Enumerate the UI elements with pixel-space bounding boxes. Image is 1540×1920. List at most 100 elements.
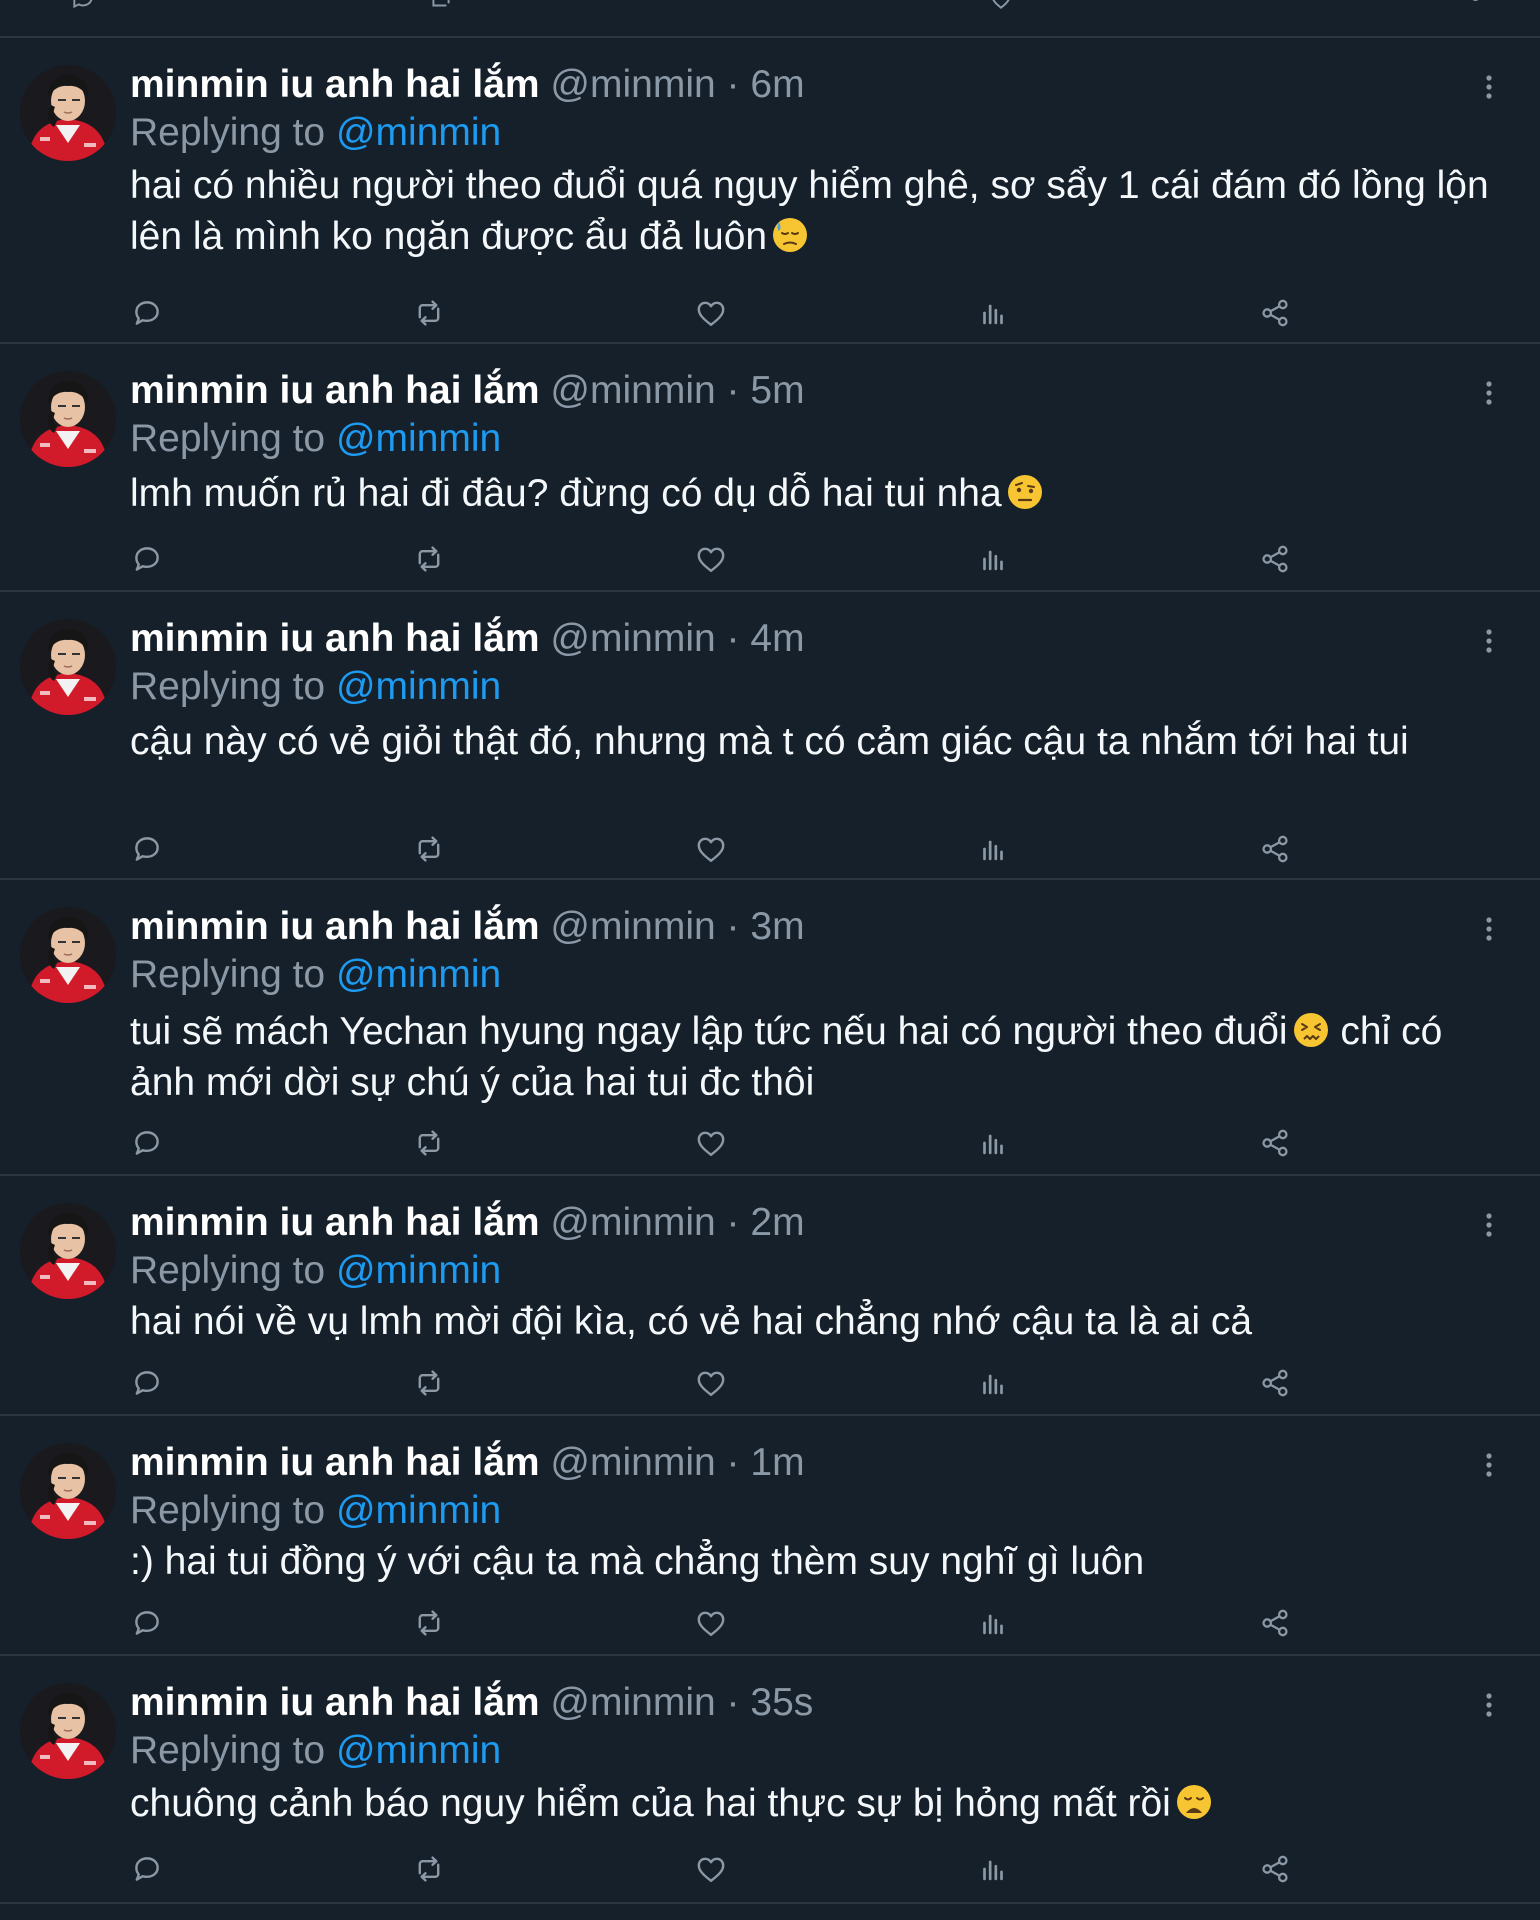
share-icon[interactable] [1258,1852,1292,1886]
replying-to-line: Replying to @minmin [130,412,501,466]
timestamp[interactable]: 2m [750,1201,804,1244]
avatar[interactable] [20,371,116,467]
replying-to-handle[interactable]: @minmin [336,1729,501,1772]
user-handle[interactable]: @minmin [550,1201,715,1244]
like-icon[interactable] [694,296,728,330]
user-handle[interactable]: @minmin [550,617,715,660]
analytics-icon[interactable] [976,1852,1010,1886]
more-options-icon[interactable] [1474,914,1504,944]
display-name[interactable]: minmin iu anh hai lắm [130,63,540,106]
timestamp[interactable]: 3m [750,905,804,948]
share-icon[interactable] [1258,542,1292,576]
timestamp[interactable]: 4m [750,617,804,660]
avatar[interactable] [20,1203,116,1299]
like-icon[interactable] [694,542,728,576]
more-options-icon[interactable] [1474,1210,1504,1240]
avatar[interactable] [20,65,116,161]
analytics-icon[interactable] [976,1366,1010,1400]
tweet[interactable]: minmin iu anh hai lắm @minmin · 1m Reply… [0,1416,1540,1656]
replying-to-handle[interactable]: @minmin [336,417,501,460]
tweet-text: chuông cảnh báo nguy hiểm của hai thực s… [130,1778,1490,1829]
separator: · [726,905,740,948]
reply-icon[interactable] [130,296,164,330]
share-icon[interactable] [1258,296,1292,330]
share-icon[interactable] [1258,1606,1292,1640]
tweet-header: minmin iu anh hai lắm @minmin · 1m [130,1436,805,1490]
more-options-icon[interactable] [1474,1690,1504,1720]
analytics-icon[interactable] [976,832,1010,866]
reply-icon[interactable] [130,1852,164,1886]
timestamp[interactable]: 1m [750,1441,804,1484]
more-options-icon[interactable] [1474,72,1504,102]
more-options-icon[interactable] [1474,1450,1504,1480]
reply-icon[interactable] [130,1366,164,1400]
display-name[interactable]: minmin iu anh hai lắm [130,617,540,660]
avatar[interactable] [20,619,116,715]
share-icon[interactable] [1456,0,1482,12]
retweet-icon[interactable] [412,832,446,866]
share-icon[interactable] [1258,1126,1292,1160]
user-handle[interactable]: @minmin [550,369,715,412]
replying-to-label: Replying to [130,111,326,154]
share-icon[interactable] [1258,832,1292,866]
like-icon[interactable] [694,1366,728,1400]
display-name[interactable]: minmin iu anh hai lắm [130,905,540,948]
like-icon[interactable] [694,1606,728,1640]
reply-icon[interactable] [130,1126,164,1160]
avatar[interactable] [20,907,116,1003]
reply-icon[interactable] [70,0,96,12]
replying-to-handle[interactable]: @minmin [336,1489,501,1532]
analytics-icon[interactable] [976,542,1010,576]
analytics-icon[interactable] [976,296,1010,330]
tweet-text-content: tui sẽ mách Yechan hyung ngay lập tức nế… [130,1010,1288,1053]
like-icon[interactable] [694,1852,728,1886]
display-name[interactable]: minmin iu anh hai lắm [130,369,540,412]
tweet-actions [130,1606,1310,1646]
replying-to-line: Replying to @minmin [130,1484,501,1538]
retweet-icon[interactable] [412,296,446,330]
replying-to-handle[interactable]: @minmin [336,111,501,154]
analytics-icon[interactable] [976,1606,1010,1640]
share-icon[interactable] [1258,1366,1292,1400]
tweet-actions [130,1126,1310,1166]
replying-to-handle[interactable]: @minmin [336,953,501,996]
user-handle[interactable]: @minmin [550,1441,715,1484]
timestamp[interactable]: 35s [750,1681,813,1724]
tweet[interactable]: minmin iu anh hai lắm @minmin · 5m Reply… [0,344,1540,592]
user-handle[interactable]: @minmin [550,905,715,948]
like-icon[interactable] [694,832,728,866]
retweet-icon[interactable] [428,0,454,12]
avatar[interactable] [20,1683,116,1779]
replying-to-handle[interactable]: @minmin [336,665,501,708]
timestamp[interactable]: 5m [750,369,804,412]
analytics-icon[interactable] [976,1126,1010,1160]
tweet[interactable]: minmin iu anh hai lắm @minmin · 3m Reply… [0,880,1540,1176]
more-options-icon[interactable] [1474,378,1504,408]
retweet-icon[interactable] [412,542,446,576]
like-icon[interactable] [988,0,1014,12]
tweet[interactable]: minmin iu anh hai lắm @minmin · 4m Reply… [0,592,1540,880]
user-handle[interactable]: @minmin [550,1681,715,1724]
display-name[interactable]: minmin iu anh hai lắm [130,1441,540,1484]
user-handle[interactable]: @minmin [550,63,715,106]
more-options-icon[interactable] [1474,626,1504,656]
replying-to-line: Replying to @minmin [130,106,501,160]
like-icon[interactable] [694,1126,728,1160]
display-name[interactable]: minmin iu anh hai lắm [130,1201,540,1244]
tweet[interactable]: minmin iu anh hai lắm @minmin · 2m Reply… [0,1176,1540,1416]
retweet-icon[interactable] [412,1126,446,1160]
tweet-thread: minmin iu anh hai lắm @minmin · 6m Reply… [0,0,1540,1920]
replying-to-handle[interactable]: @minmin [336,1249,501,1292]
timestamp[interactable]: 6m [750,63,804,106]
retweet-icon[interactable] [412,1366,446,1400]
avatar[interactable] [20,1443,116,1539]
tweet[interactable]: minmin iu anh hai lắm @minmin · 6m Reply… [0,38,1540,344]
retweet-icon[interactable] [412,1606,446,1640]
retweet-icon[interactable] [412,1852,446,1886]
reply-icon[interactable] [130,832,164,866]
display-name[interactable]: minmin iu anh hai lắm [130,1681,540,1724]
reply-icon[interactable] [130,542,164,576]
tweet[interactable]: minmin iu anh hai lắm @minmin · 35s Repl… [0,1656,1540,1904]
reply-icon[interactable] [130,1606,164,1640]
replying-to-line: Replying to @minmin [130,1724,501,1778]
